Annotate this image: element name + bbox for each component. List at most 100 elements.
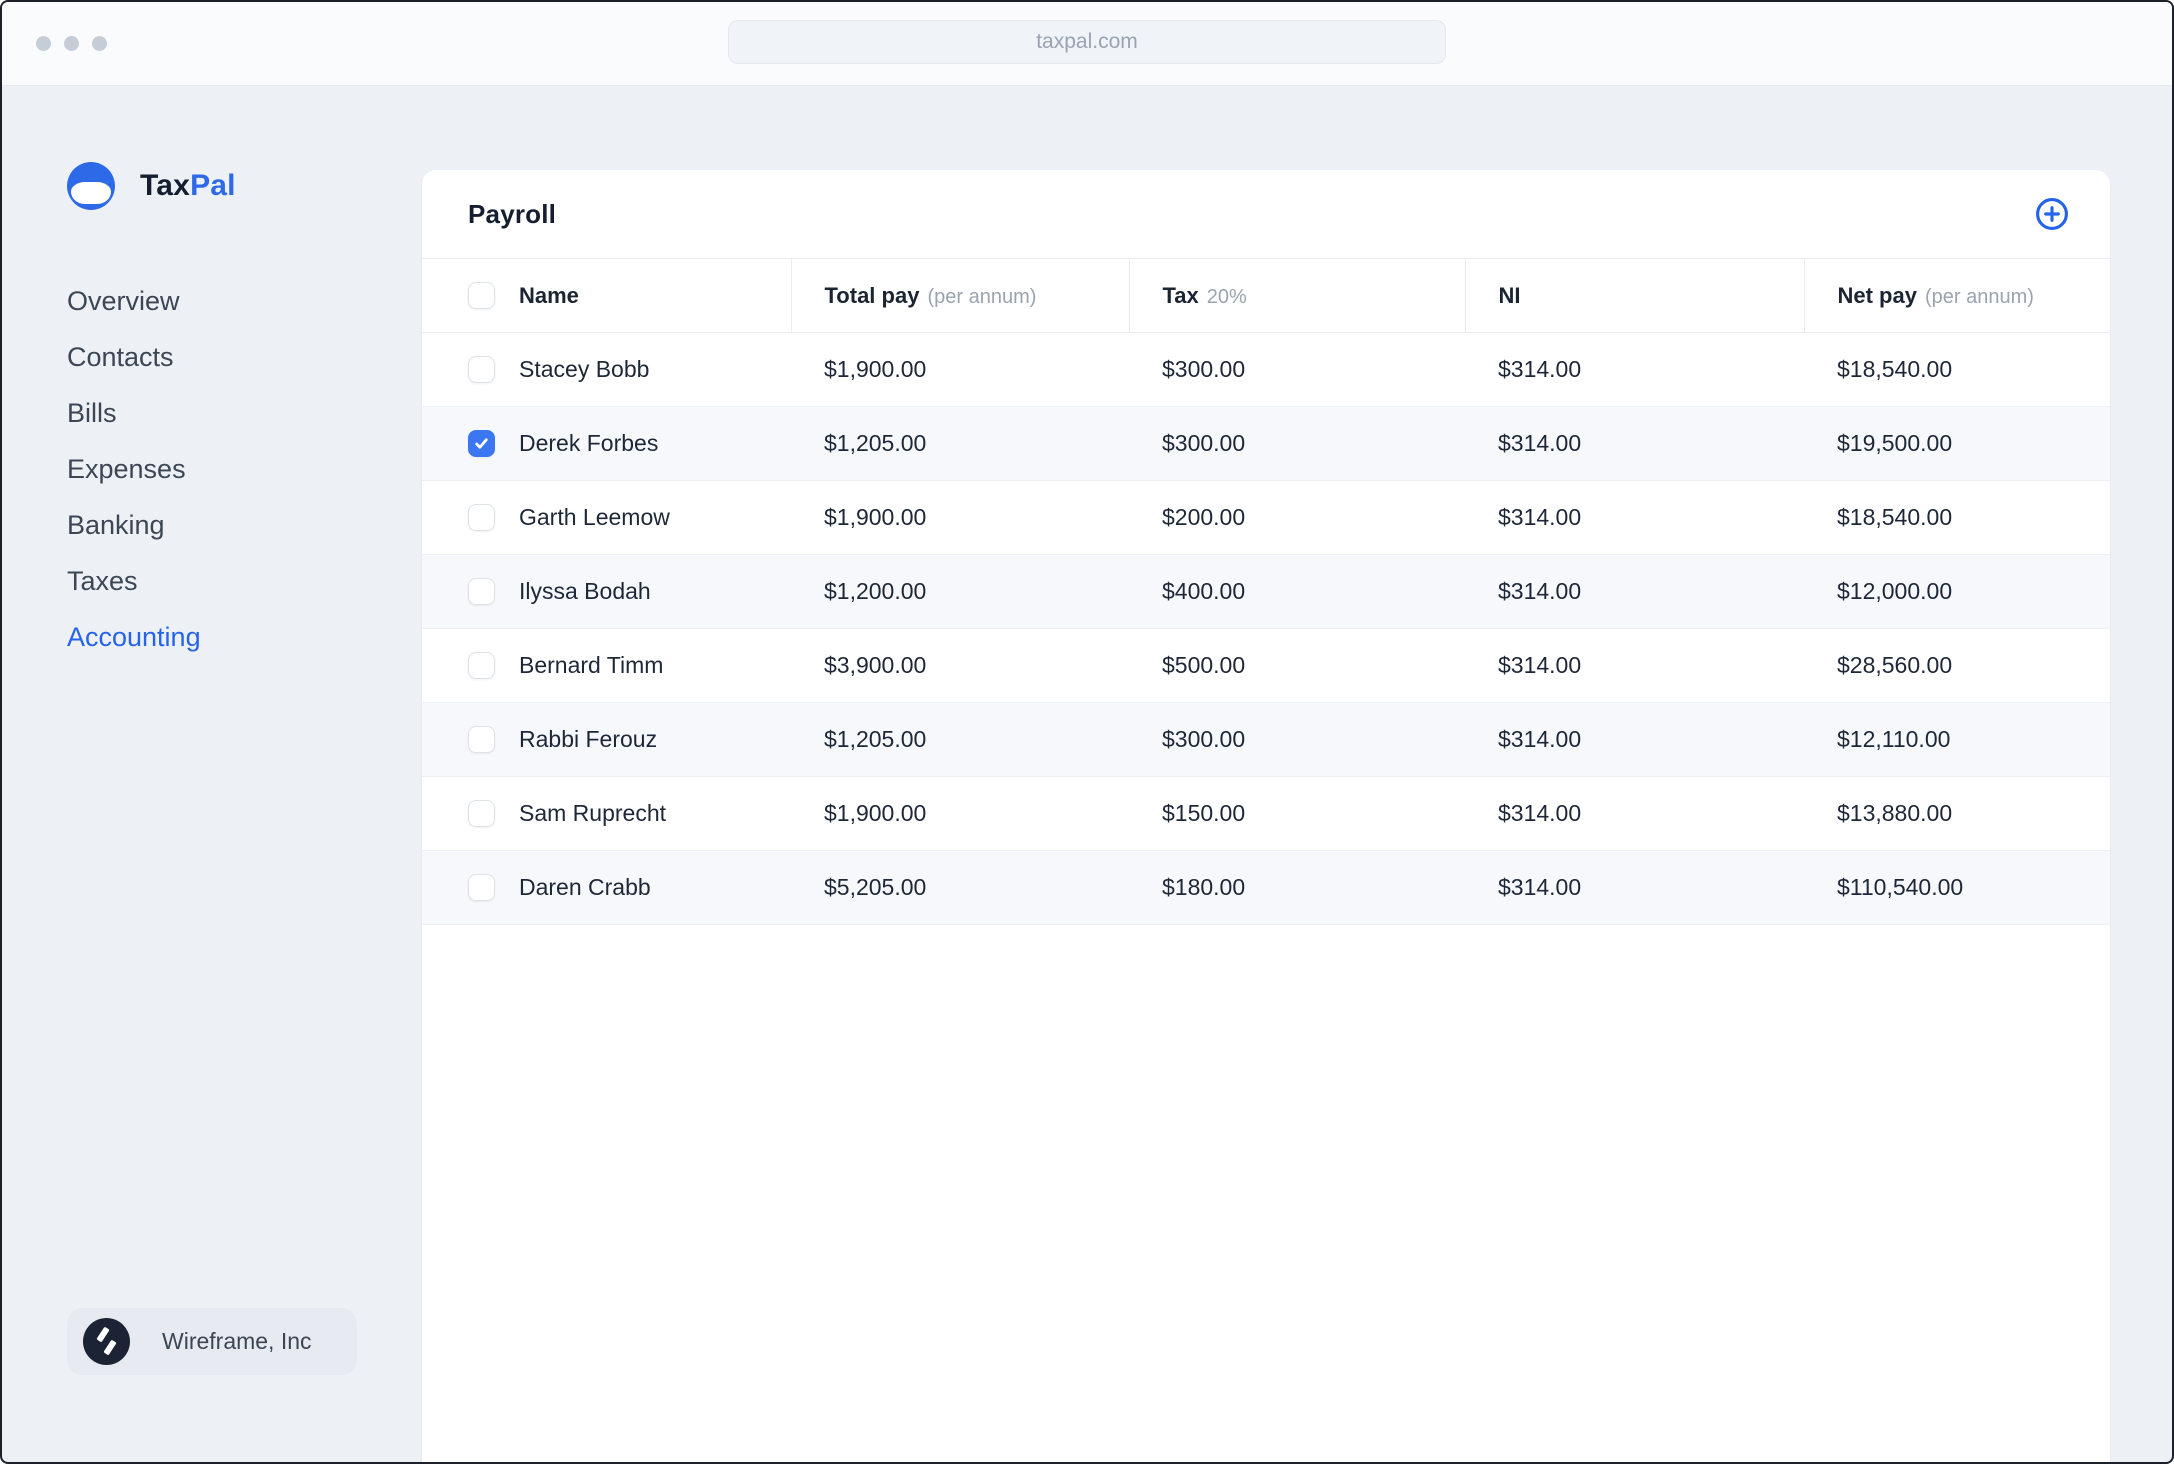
total-pay-cell: $1,900.00 [824, 800, 927, 826]
tax-cell: $500.00 [1162, 652, 1246, 678]
sidebar-item-taxes[interactable]: Taxes [67, 553, 201, 609]
brand-name: TaxPal [140, 169, 236, 203]
ni-cell: $314.00 [1498, 800, 1582, 826]
organization-name: Wireframe, Inc [162, 1328, 312, 1354]
sidebar-item-bills[interactable]: Bills [67, 385, 201, 441]
net-pay-cell: $19,500.00 [1837, 430, 1953, 456]
column-label: Tax [1162, 282, 1199, 308]
sidebar-item-contacts[interactable]: Contacts [67, 329, 201, 385]
brand-logo: TaxPal [67, 162, 236, 210]
add-payroll-button[interactable] [2034, 196, 2070, 232]
ni-cell: $314.00 [1498, 652, 1582, 678]
table-row: Derek Forbes $1,205.00 $300.00 $314.00 $19,5… [422, 406, 2110, 481]
select-all-checkbox[interactable] [468, 282, 495, 309]
total-pay-cell: $3,900.00 [824, 652, 927, 678]
sidebar-item-banking[interactable]: Banking [67, 497, 201, 553]
payroll-table: Name Total pay (per annum) Tax 20% NI Ne… [422, 258, 2110, 925]
sidebar-item-overview[interactable]: Overview [67, 273, 201, 329]
table-row: Garth Leemow $1,900.00 $200.00 $314.00 $18,5… [422, 481, 2110, 555]
column-header-net-pay: Net pay (per annum) [1803, 258, 2110, 333]
column-label: Name [519, 282, 579, 308]
plus-circle-icon [2036, 198, 2068, 230]
page-title: Payroll [468, 198, 557, 229]
employee-name: Garth Leemow [519, 504, 670, 530]
organization-chip[interactable]: Wireframe, Inc [67, 1308, 357, 1375]
sidebar-nav: Overview Contacts Bills Expenses Banking Taxe… [67, 273, 201, 665]
window-control-dot[interactable] [92, 36, 107, 51]
total-pay-cell: $1,200.00 [824, 578, 927, 604]
page-content: TaxPal Overview Contacts Bills Expenses Bank… [2, 86, 2172, 1462]
window-control-dot[interactable] [64, 36, 79, 51]
employee-name: Rabbi Ferouz [519, 726, 658, 752]
table-row: Ilyssa Bodah $1,200.00 $400.00 $314.00 $12,0… [422, 554, 2110, 629]
column-header-total-pay: Total pay (per annum) [790, 258, 1129, 333]
total-pay-cell: $1,900.00 [824, 356, 927, 382]
row-checkbox[interactable] [468, 800, 495, 827]
row-checkbox[interactable] [468, 874, 495, 901]
ni-cell: $314.00 [1498, 356, 1582, 382]
tax-cell: $180.00 [1162, 874, 1246, 900]
net-pay-cell: $12,110.00 [1837, 726, 1951, 752]
column-label: Total pay [824, 282, 920, 308]
net-pay-cell: $13,880.00 [1837, 800, 1953, 826]
column-sublabel: (per annum) [1924, 285, 2034, 308]
table-row: Stacey Bobb $1,900.00 $300.00 $314.00 $18,54… [422, 333, 2110, 407]
employee-name: Sam Ruprecht [519, 800, 667, 826]
column-sublabel: (per annum) [927, 285, 1037, 308]
tax-cell: $300.00 [1162, 430, 1246, 456]
employee-name: Stacey Bobb [519, 356, 650, 382]
payroll-card: Payroll Name Total pay (per annum) Tax 2… [422, 170, 2110, 1462]
net-pay-cell: $110,540.00 [1837, 874, 1964, 900]
total-pay-cell: $1,205.00 [824, 430, 927, 456]
net-pay-cell: $18,540.00 [1837, 504, 1953, 530]
total-pay-cell: $5,205.00 [824, 874, 927, 900]
column-header-name: Name [422, 258, 791, 333]
employee-name: Derek Forbes [519, 430, 659, 456]
tax-cell: $300.00 [1162, 356, 1246, 382]
tax-cell: $150.00 [1162, 800, 1246, 826]
row-checkbox[interactable] [468, 430, 495, 457]
sidebar-item-expenses[interactable]: Expenses [67, 441, 201, 497]
row-checkbox[interactable] [468, 356, 495, 383]
app-window: taxpal.com TaxPal Overview Contacts Bills E… [0, 0, 2174, 1464]
tax-cell: $300.00 [1162, 726, 1246, 752]
table-header-row: Name Total pay (per annum) Tax 20% NI Ne… [422, 258, 2110, 333]
table-row: Daren Crabb $5,205.00 $180.00 $314.00 $110,5… [422, 850, 2110, 925]
tax-cell: $400.00 [1162, 578, 1246, 604]
brand-name-primary: Tax [140, 169, 191, 202]
wireframe-logo-icon [83, 1318, 130, 1365]
employee-name: Bernard Timm [519, 652, 664, 678]
sidebar-item-accounting[interactable]: Accounting [67, 609, 201, 665]
total-pay-cell: $1,205.00 [824, 726, 927, 752]
ni-cell: $314.00 [1498, 874, 1582, 900]
employee-name: Daren Crabb [519, 874, 651, 900]
brand-name-secondary: Pal [190, 169, 236, 202]
table-row: Bernard Timm $3,900.00 $500.00 $314.00 $28,5… [422, 629, 2110, 703]
total-pay-cell: $1,900.00 [824, 504, 927, 530]
table-row: Rabbi Ferouz $1,205.00 $300.00 $314.00 $12,1… [422, 702, 2110, 777]
net-pay-cell: $28,560.00 [1837, 652, 1953, 678]
row-checkbox[interactable] [468, 652, 495, 679]
window-controls [36, 36, 107, 51]
ni-cell: $314.00 [1498, 726, 1582, 752]
row-checkbox[interactable] [468, 504, 495, 531]
payroll-table-body: Stacey Bobb $1,900.00 $300.00 $314.00 $18,54… [422, 333, 2110, 925]
column-header-tax: Tax 20% [1128, 258, 1465, 333]
tax-cell: $200.00 [1162, 504, 1246, 530]
taxpal-logo-icon [67, 162, 115, 210]
column-header-ni: NI [1464, 258, 1804, 333]
column-label: NI [1498, 282, 1521, 308]
net-pay-cell: $18,540.00 [1837, 356, 1953, 382]
table-row: Sam Ruprecht $1,900.00 $150.00 $314.00 $13,8… [422, 777, 2110, 851]
window-control-dot[interactable] [36, 36, 51, 51]
browser-topbar: taxpal.com [2, 2, 2172, 86]
row-checkbox[interactable] [468, 726, 495, 753]
net-pay-cell: $12,000.00 [1837, 578, 1953, 604]
payroll-card-header: Payroll [422, 170, 2110, 258]
ni-cell: $314.00 [1498, 578, 1582, 604]
row-checkbox[interactable] [468, 578, 495, 605]
column-label: Net pay [1837, 282, 1917, 308]
column-sublabel: 20% [1206, 285, 1247, 308]
ni-cell: $314.00 [1498, 504, 1582, 530]
address-bar[interactable]: taxpal.com [728, 20, 1446, 64]
